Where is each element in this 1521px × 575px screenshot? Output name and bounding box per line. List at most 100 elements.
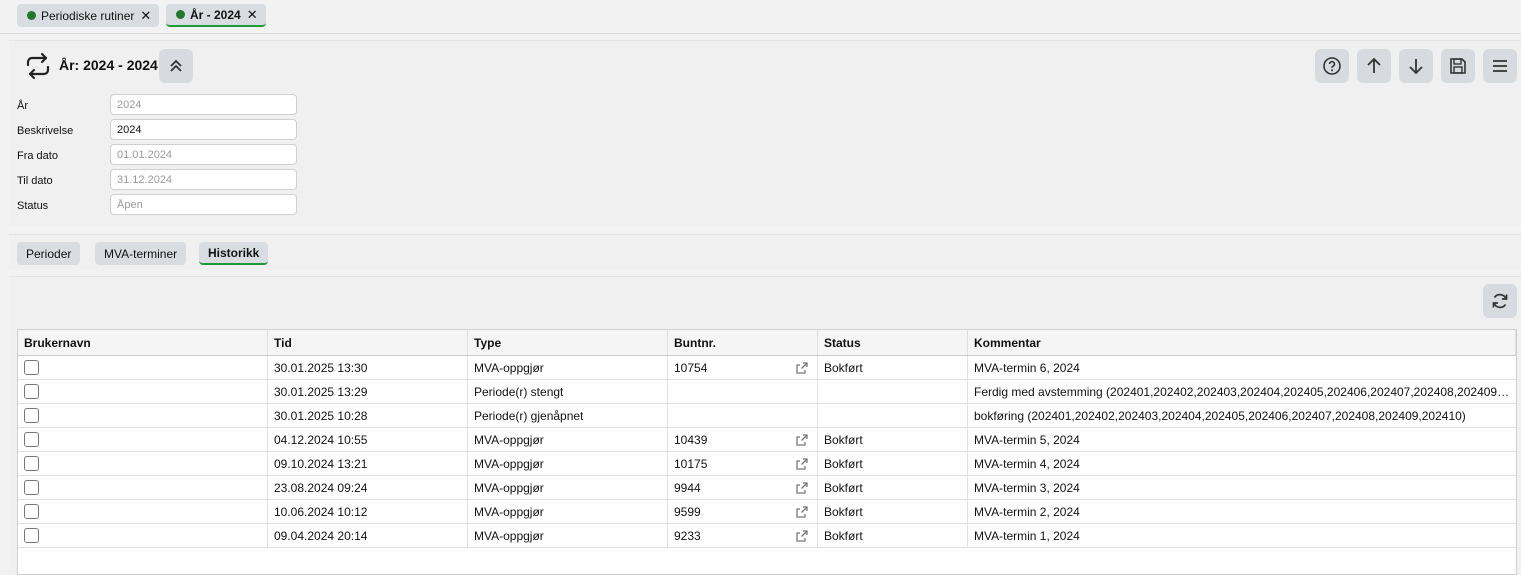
to-date-label: Til dato [17, 175, 53, 187]
tab-perioder[interactable]: Perioder [17, 242, 81, 265]
cell-kommentar-text: MVA-termin 1, 2024 [974, 528, 1080, 543]
cell-type: MVA-oppgjør [468, 476, 668, 499]
cell-kommentar: MVA-termin 2, 2024 [968, 500, 1516, 523]
row-checkbox[interactable] [24, 360, 39, 375]
to-date-field[interactable] [110, 169, 297, 190]
cell-brukernavn [18, 452, 268, 475]
cell-buntnr: 10439 [668, 428, 818, 451]
close-icon[interactable]: ✕ [140, 8, 151, 24]
cell-buntnr [668, 380, 818, 403]
save-button[interactable] [1441, 49, 1475, 83]
open-external-icon[interactable] [795, 505, 809, 519]
table-row[interactable]: 30.01.2025 13:29 Periode(r) stengt Ferdig … [18, 380, 1516, 404]
column-header-kommentar[interactable]: Kommentar [968, 330, 1516, 355]
table-row[interactable]: 09.10.2024 13:21 MVA-oppgjør 10175 Bokført M… [18, 452, 1516, 476]
help-button[interactable] [1315, 49, 1349, 83]
cell-brukernavn [18, 500, 268, 523]
cell-type: MVA-oppgjør [468, 452, 668, 475]
table-header-row: Brukernavn Tid Type Buntnr. Status Komme… [18, 330, 1516, 356]
cell-brukernavn [18, 476, 268, 499]
cell-status-text: Bokført [824, 360, 863, 375]
next-record-button[interactable] [1399, 49, 1433, 83]
arrow-up-icon [1367, 57, 1381, 73]
cell-kommentar-text: MVA-termin 2, 2024 [974, 504, 1080, 519]
cell-tid: 23.08.2024 09:24 [268, 476, 468, 499]
status-label: Status [17, 200, 49, 212]
save-icon [1450, 58, 1466, 74]
cell-type-text: MVA-oppgjør [474, 456, 544, 471]
description-field[interactable] [110, 119, 297, 140]
column-header-tid[interactable]: Tid [268, 330, 468, 355]
cell-tid: 09.10.2024 13:21 [268, 452, 468, 475]
tab-mva-terminer[interactable]: MVA-terminer [95, 242, 187, 265]
record-header-panel: År: 2024 - 2024 År 2024 Beskrivelse 2024… [9, 40, 1521, 226]
open-external-icon[interactable] [795, 361, 809, 375]
status-field[interactable] [110, 194, 297, 215]
row-checkbox[interactable] [24, 528, 39, 543]
table-row[interactable]: 09.04.2024 20:14 MVA-oppgjør 9233 Bokført MV… [18, 524, 1516, 548]
open-external-icon[interactable] [795, 529, 809, 543]
column-header-buntnr[interactable]: Buntnr. [668, 330, 818, 355]
open-external-icon[interactable] [795, 481, 809, 495]
history-table: Brukernavn Tid Type Buntnr. Status Komme… [17, 329, 1517, 575]
cell-status: Bokført [818, 452, 968, 475]
doc-tab-label: Periodiske rutiner [41, 8, 135, 23]
tab-historikk[interactable]: Historikk [199, 242, 269, 265]
row-checkbox[interactable] [24, 456, 39, 471]
chevron-double-up-icon [170, 59, 182, 72]
column-header-brukernavn[interactable]: Brukernavn [18, 330, 268, 355]
doc-tab-label: År - 2024 [190, 7, 241, 22]
column-header-type[interactable]: Type [468, 330, 668, 355]
refresh-button[interactable] [1483, 284, 1517, 318]
table-row[interactable]: 10.06.2024 10:12 MVA-oppgjør 9599 Bokført MV… [18, 500, 1516, 524]
table-row[interactable]: 04.12.2024 10:55 MVA-oppgjør 10439 Bokført M… [18, 428, 1516, 452]
sync-icon [26, 52, 50, 80]
open-external-icon[interactable] [795, 457, 809, 471]
refresh-icon [1492, 293, 1508, 309]
cell-tid: 04.12.2024 10:55 [268, 428, 468, 451]
row-checkbox[interactable] [24, 408, 39, 423]
cell-tid-text: 30.01.2025 13:29 [274, 384, 368, 399]
cell-kommentar-text: MVA-termin 3, 2024 [974, 480, 1080, 495]
cell-kommentar-text: MVA-termin 4, 2024 [974, 456, 1080, 471]
close-icon[interactable]: ✕ [247, 7, 258, 23]
cell-status: Bokført [818, 500, 968, 523]
cell-type-text: MVA-oppgjør [474, 432, 544, 447]
row-checkbox[interactable] [24, 504, 39, 519]
doc-tab-ar-2024[interactable]: År - 2024 ✕ [166, 4, 266, 27]
table-row[interactable]: 23.08.2024 09:24 MVA-oppgjør 9944 Bokført MV… [18, 476, 1516, 500]
cell-type-text: Periode(r) gjenåpnet [474, 408, 584, 423]
row-checkbox[interactable] [24, 384, 39, 399]
cell-status: Bokført [818, 476, 968, 499]
collapse-button[interactable] [159, 49, 193, 83]
from-date-label: Fra dato [17, 150, 58, 162]
cell-buntnr: 9944 [668, 476, 818, 499]
cell-buntnr-text: 10754 [674, 360, 708, 375]
cell-buntnr-text: 10439 [674, 432, 708, 447]
cell-tid: 09.04.2024 20:14 [268, 524, 468, 547]
cell-status: Bokført [818, 356, 968, 379]
cell-buntnr: 9233 [668, 524, 818, 547]
from-date-field[interactable] [110, 144, 297, 165]
cell-tid: 30.01.2025 10:28 [268, 404, 468, 427]
open-external-icon[interactable] [795, 433, 809, 447]
cell-tid: 10.06.2024 10:12 [268, 500, 468, 523]
cell-status [818, 380, 968, 403]
year-field[interactable] [110, 94, 297, 115]
row-checkbox[interactable] [24, 432, 39, 447]
table-row[interactable]: 30.01.2025 10:28 Periode(r) gjenåpnet bokf… [18, 404, 1516, 428]
table-row[interactable]: 30.01.2025 13:30 MVA-oppgjør 10754 Bokført M… [18, 356, 1516, 380]
doc-tab-periodiske-rutiner[interactable]: Periodiske rutiner ✕ [17, 4, 160, 27]
menu-button[interactable] [1483, 49, 1517, 83]
menu-icon [1493, 60, 1507, 72]
cell-type-text: MVA-oppgjør [474, 480, 544, 495]
cell-kommentar: MVA-termin 3, 2024 [968, 476, 1516, 499]
cell-kommentar-text: MVA-termin 5, 2024 [974, 432, 1080, 447]
cell-type: Periode(r) gjenåpnet [468, 404, 668, 427]
cell-type-text: MVA-oppgjør [474, 504, 544, 519]
previous-record-button[interactable] [1357, 49, 1391, 83]
column-header-status[interactable]: Status [818, 330, 968, 355]
history-panel: Brukernavn Tid Type Buntnr. Status Komme… [9, 276, 1521, 575]
row-checkbox[interactable] [24, 480, 39, 495]
cell-tid: 30.01.2025 13:29 [268, 380, 468, 403]
